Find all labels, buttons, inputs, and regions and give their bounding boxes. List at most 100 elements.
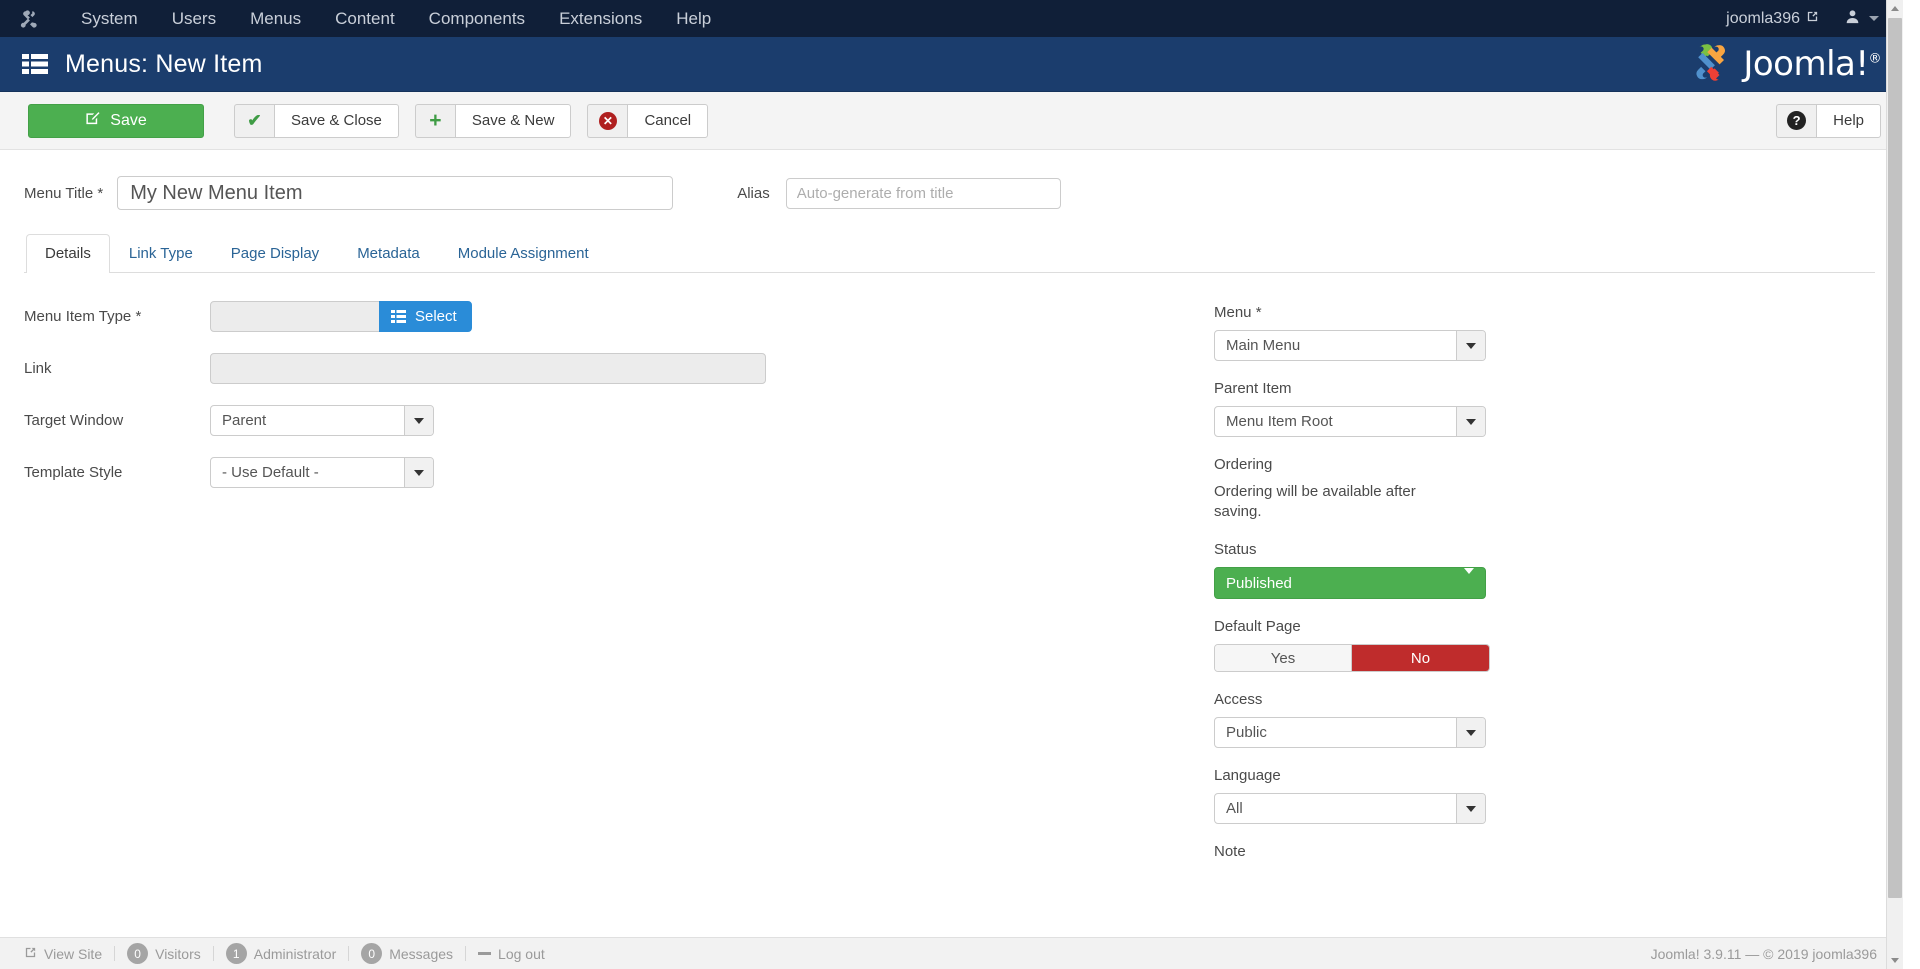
alias-input[interactable] — [785, 177, 1061, 209]
status-bar: View Site 0 Visitors 1 Administrator 0 M… — [0, 937, 1903, 969]
tab-details[interactable]: Details — [26, 234, 110, 273]
tab-link-type[interactable]: Link Type — [110, 234, 212, 273]
logout-link[interactable]: Log out — [466, 946, 557, 962]
save-button[interactable]: Save — [28, 103, 204, 138]
field-target-window: Target Window Parent — [24, 405, 1184, 436]
menu-item-type-label: Menu Item Type * — [24, 307, 142, 325]
site-name-label: joomla396 — [1726, 9, 1800, 27]
link-label: Link — [24, 359, 52, 377]
list-icon — [22, 53, 48, 75]
menu-select[interactable]: Main Menu — [1214, 330, 1486, 361]
parent-item-label: Parent Item — [1214, 380, 1292, 397]
tab-metadata[interactable]: Metadata — [338, 234, 439, 273]
admin-nav: System Users Menus Content Components Ex… — [64, 1, 728, 37]
scroll-down-arrow-icon[interactable] — [1887, 952, 1903, 969]
messages-label: Messages — [389, 945, 454, 962]
nav-item-menus[interactable]: Menus — [233, 1, 318, 37]
admin-page: System Users Menus Content Components Ex… — [0, 0, 1903, 969]
nav-item-help[interactable]: Help — [659, 1, 728, 37]
language-label: Language — [1214, 767, 1281, 784]
access-select[interactable]: Public — [1214, 717, 1486, 748]
brand-word: Joomla!® — [1743, 44, 1881, 84]
target-window-label: Target Window — [24, 411, 124, 429]
joomla-pinwheel-icon — [1689, 40, 1733, 89]
scrollbar-thumb[interactable] — [1888, 18, 1902, 898]
page-title-group: Menus: New Item — [22, 50, 263, 79]
view-site-link[interactable]: View Site — [12, 946, 114, 962]
cancel-label[interactable]: Cancel — [627, 103, 709, 138]
menu-value: Main Menu — [1226, 337, 1301, 354]
save-new-button[interactable]: + Save & New — [414, 103, 572, 138]
parent-item-select[interactable]: Menu Item Root — [1214, 406, 1486, 437]
tab-module-assignment[interactable]: Module Assignment — [439, 234, 608, 273]
chevron-down-icon — [1456, 407, 1485, 436]
default-page-no-option[interactable]: No — [1352, 645, 1489, 671]
language-select[interactable]: All — [1214, 793, 1486, 824]
check-icon: ✔ — [234, 103, 274, 138]
field-default-page: Default Page Yes No — [1214, 617, 1490, 672]
help-button[interactable]: ? Help — [1776, 103, 1881, 138]
external-link-icon — [1806, 10, 1819, 28]
nav-item-content[interactable]: Content — [318, 1, 412, 37]
field-menu-item-type: Menu Item Type * Select — [24, 301, 1184, 332]
save-close-button[interactable]: ✔ Save & Close — [234, 103, 399, 138]
chevron-down-icon — [404, 458, 433, 487]
visitors-link[interactable]: 0 Visitors — [115, 943, 213, 964]
messages-link[interactable]: 0 Messages — [349, 943, 465, 964]
field-language: Language All — [1214, 766, 1486, 824]
page-header: Menus: New Item Joomla!® — [0, 37, 1903, 92]
user-menu[interactable] — [1831, 9, 1889, 29]
brand-registered-mark: ® — [1868, 51, 1882, 67]
target-window-select[interactable]: Parent — [210, 405, 434, 436]
site-link[interactable]: joomla396 — [1714, 10, 1831, 28]
administrator-link[interactable]: 1 Administrator — [214, 943, 348, 964]
circle-x-icon: ✕ — [587, 103, 628, 138]
cancel-button[interactable]: ✕ Cancel — [587, 103, 709, 138]
list-icon — [391, 310, 406, 323]
joomla-brand[interactable]: Joomla!® — [1689, 40, 1881, 89]
template-style-label: Template Style — [24, 463, 123, 481]
external-link-icon — [24, 946, 37, 962]
main-content: Menu Title * Alias Details Link Type Pag… — [0, 150, 1903, 880]
save-new-label[interactable]: Save & New — [454, 103, 572, 138]
help-label[interactable]: Help — [1816, 103, 1881, 138]
joomla-mark-icon[interactable] — [18, 8, 40, 30]
field-access: Access Public — [1214, 690, 1486, 748]
menu-label: Menu * — [1214, 304, 1262, 321]
view-site-label: View Site — [44, 945, 103, 962]
parent-item-value: Menu Item Root — [1226, 413, 1333, 430]
plus-icon: + — [414, 103, 455, 138]
sidebar-panel: Menu * Main Menu Parent Item Menu Item R… — [1214, 301, 1490, 880]
menu-title-input[interactable] — [117, 176, 674, 210]
chevron-down-icon — [1456, 718, 1485, 747]
field-status: Status Published — [1214, 540, 1486, 599]
visitors-badge: 0 — [127, 943, 149, 964]
nav-item-extensions[interactable]: Extensions — [542, 1, 659, 37]
status-select[interactable]: Published — [1214, 567, 1486, 599]
template-style-select[interactable]: - Use Default - — [210, 457, 434, 488]
administrator-badge: 1 — [225, 943, 247, 964]
chevron-down-icon — [404, 406, 433, 435]
visitors-label: Visitors — [155, 945, 201, 962]
field-menu: Menu * Main Menu — [1214, 303, 1486, 361]
field-link: Link — [24, 353, 1184, 384]
link-input — [210, 353, 766, 384]
minus-icon — [478, 952, 492, 955]
access-value: Public — [1226, 724, 1267, 741]
chevron-down-icon — [1456, 794, 1485, 823]
ordering-help-text: Ordering will be available after saving. — [1214, 483, 1416, 520]
scroll-up-arrow-icon[interactable] — [1887, 0, 1903, 17]
question-circle-icon: ? — [1776, 103, 1817, 138]
nav-item-components[interactable]: Components — [412, 1, 542, 37]
ordering-label: Ordering — [1214, 456, 1273, 473]
nav-item-system[interactable]: System — [64, 1, 155, 37]
nav-item-users[interactable]: Users — [155, 1, 233, 37]
default-page-yes-option[interactable]: Yes — [1215, 645, 1352, 671]
page-title: Menus: New Item — [65, 49, 263, 78]
select-menu-item-type-button[interactable]: Select — [379, 301, 472, 332]
chevron-down-icon — [1464, 568, 1474, 592]
tab-page-display[interactable]: Page Display — [212, 234, 338, 273]
menu-item-type-input — [210, 301, 380, 332]
save-close-label[interactable]: Save & Close — [274, 103, 399, 138]
vertical-scrollbar[interactable] — [1886, 0, 1903, 969]
